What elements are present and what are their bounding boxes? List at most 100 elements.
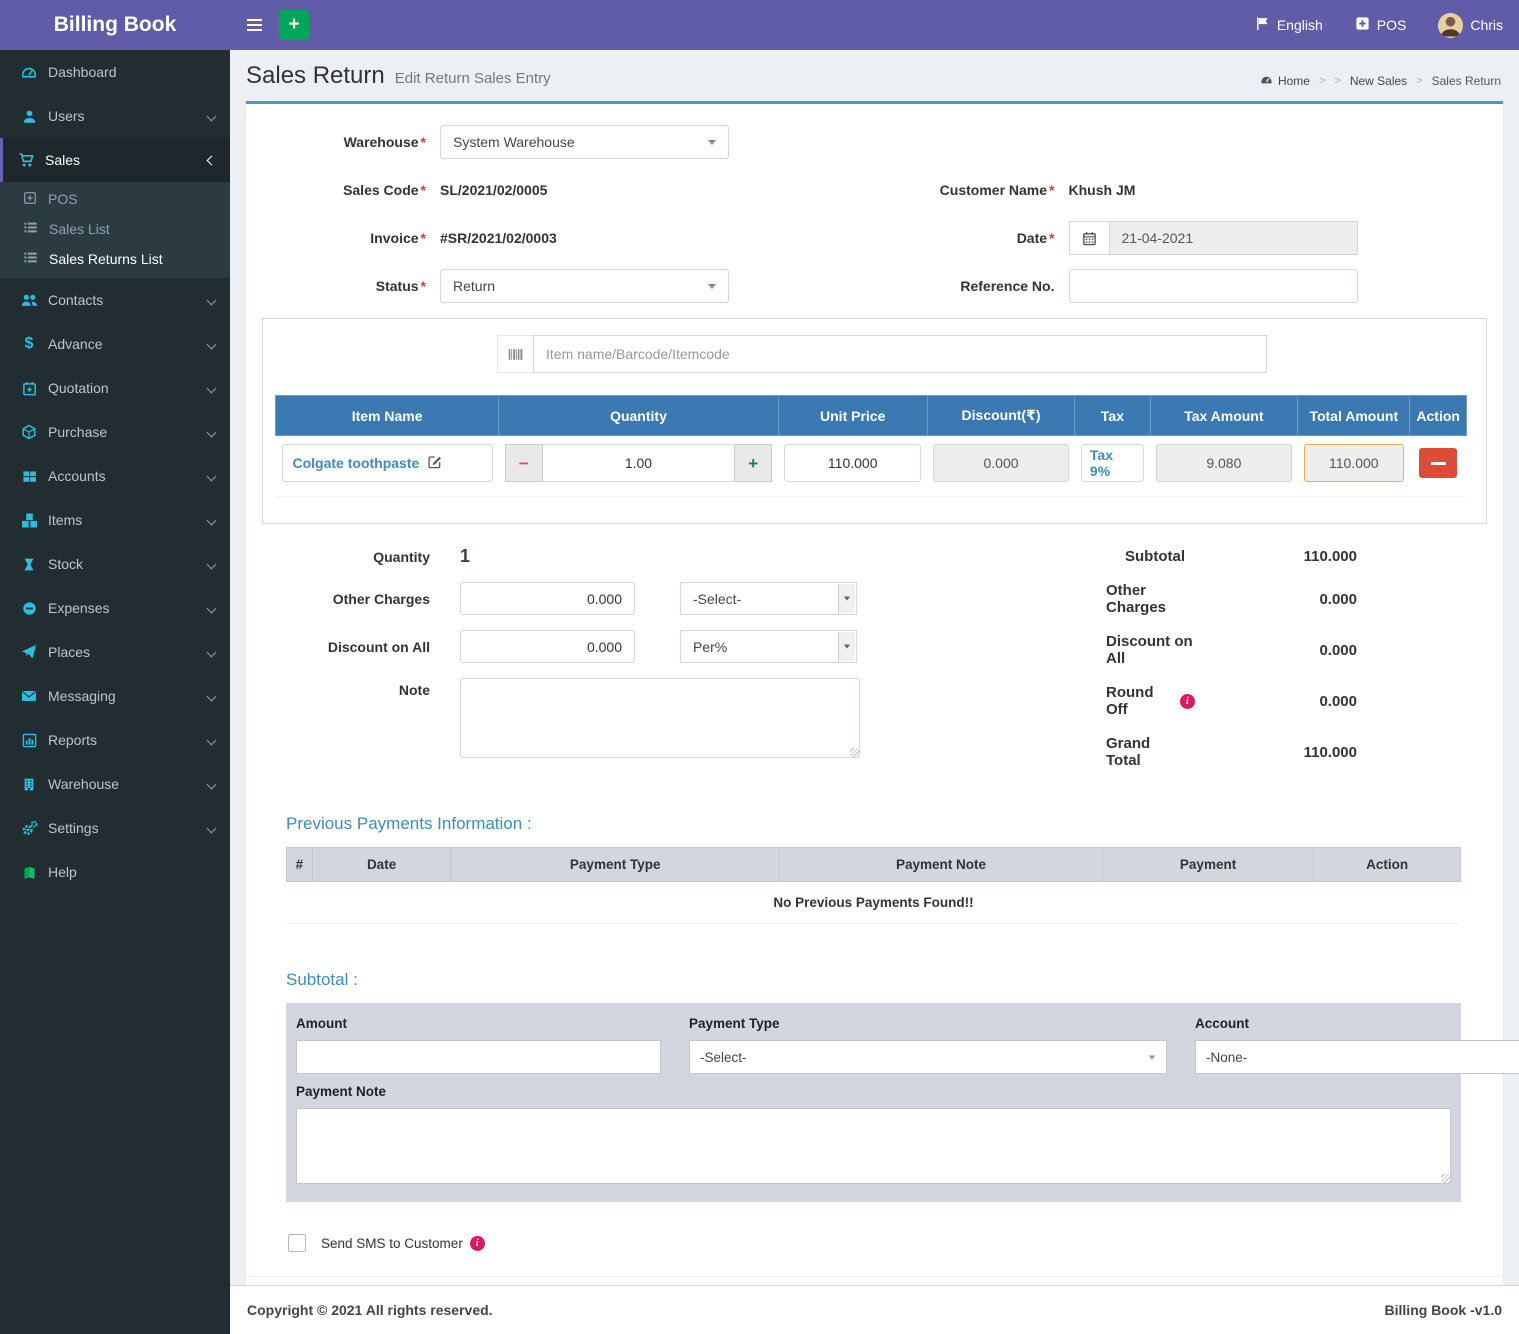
tax-link[interactable]: Tax 9% (1081, 444, 1144, 482)
sidebar-item-accounts[interactable]: Accounts (0, 454, 230, 498)
grand-total-value: 110.000 (1188, 744, 1357, 761)
paper-plane-icon (19, 644, 39, 660)
grand-total-label: Grand Total (1106, 735, 1188, 769)
sidebar-item-stock[interactable]: Stock (0, 542, 230, 586)
col-total-amount: Total Amount (1298, 396, 1410, 436)
user-name: Chris (1470, 17, 1503, 33)
language-menu[interactable]: English (1255, 16, 1323, 34)
sidebar-item-sales[interactable]: Sales (0, 138, 230, 182)
remove-item-button[interactable] (1419, 448, 1457, 478)
select-caret (838, 632, 855, 661)
calendar-icon[interactable] (1069, 221, 1109, 255)
info-icon[interactable]: i (1180, 694, 1195, 709)
breadcrumb-home[interactable]: Home (1260, 73, 1310, 89)
sidebar-item-messaging[interactable]: Messaging (0, 674, 230, 718)
sidebar-item-purchase[interactable]: Purchase (0, 410, 230, 454)
edit-icon[interactable] (427, 454, 442, 472)
breadcrumb: Home > > New Sales > Sales Return (1260, 73, 1501, 89)
sidebar-subitem-sales-list[interactable]: Sales List (0, 214, 230, 244)
select-caret (838, 584, 855, 613)
quantity-decrease-button[interactable]: − (505, 444, 543, 482)
date-input[interactable] (1109, 221, 1358, 255)
language-label: English (1277, 17, 1323, 33)
other-charges-select[interactable]: -Select- (680, 582, 857, 615)
sidebar-subitem-pos[interactable]: POS (0, 184, 230, 214)
sales-code-value: SL/2021/02/0005 (440, 182, 547, 198)
sidebar-item-settings[interactable]: Settings (0, 806, 230, 850)
other-charges-input[interactable] (460, 582, 635, 615)
payment-type-label: Payment Type (689, 1016, 1167, 1031)
sidebar-item-items[interactable]: Items (0, 498, 230, 542)
navbar-right: English POS Chris (1255, 13, 1503, 38)
discount-type-select[interactable]: Per% (680, 630, 857, 663)
col-payment-note: Payment Note (780, 848, 1103, 882)
content-header: Sales Return Edit Return Sales Entry Hom… (230, 50, 1519, 96)
date-label: Date* (875, 230, 1069, 246)
grid-icon (19, 469, 39, 484)
payment-type-field: Payment Type -Select- (689, 1016, 1167, 1074)
previous-payments-title: Previous Payments Information : (286, 814, 1461, 834)
user-icon (19, 109, 39, 124)
item-name-cell[interactable]: Colgate toothpaste (282, 444, 493, 482)
status-label: Status* (246, 278, 440, 294)
send-sms-checkbox[interactable] (288, 1234, 306, 1252)
chevron-left-icon (207, 779, 217, 789)
account-label: Account (1195, 1016, 1519, 1031)
other-charges-label: Other Charges (246, 591, 430, 607)
sidebar-subitem-sales-returns-list[interactable]: Sales Returns List (0, 244, 230, 274)
header-form: Warehouse* System Warehouse Sales Code* … (246, 104, 1503, 314)
amount-input[interactable] (296, 1040, 661, 1074)
sidebar-item-dashboard[interactable]: Dashboard (0, 50, 230, 94)
info-icon[interactable]: i (470, 1236, 485, 1251)
warehouse-select[interactable]: System Warehouse (440, 125, 729, 159)
list-icon (23, 250, 38, 268)
user-menu[interactable]: Chris (1438, 13, 1503, 38)
sidebar-item-quotation[interactable]: Quotation (0, 366, 230, 410)
reference-no-input[interactable] (1069, 269, 1358, 303)
payments-empty-row: No Previous Payments Found!! (287, 882, 1461, 924)
item-search-input[interactable] (533, 335, 1267, 373)
sidebar-item-places[interactable]: Places (0, 630, 230, 674)
sidebar-item-expenses[interactable]: Expenses (0, 586, 230, 630)
cart-icon (16, 152, 36, 168)
charges-and-totals: Quantity 1 Other Charges -Select- Discou… (246, 524, 1503, 790)
sms-row: Send SMS to Customer i (246, 1234, 1503, 1277)
pos-link[interactable]: POS (1355, 16, 1407, 34)
sidebar-item-users[interactable]: Users (0, 94, 230, 138)
payment-entry-title: Subtotal : (286, 970, 1461, 990)
payment-type-select[interactable]: -Select- (689, 1040, 1167, 1074)
minus-icon (1431, 462, 1446, 465)
note-label: Note (246, 678, 430, 698)
unit-price-input[interactable] (784, 444, 921, 482)
payment-note-textarea[interactable] (296, 1108, 1451, 1184)
sidebar-item-help[interactable]: Help (0, 850, 230, 894)
chevron-left-icon (207, 647, 217, 657)
brand-logo[interactable]: Billing Book (0, 0, 230, 50)
page-subtitle: Edit Return Sales Entry (395, 70, 551, 87)
sidebar-item-reports[interactable]: Reports (0, 718, 230, 762)
sidebar-item-advance[interactable]: $ Advance (0, 322, 230, 366)
discount-total-value: 0.000 (1204, 642, 1357, 659)
status-select[interactable]: Return (440, 269, 729, 303)
discount-on-all-input[interactable] (460, 630, 635, 663)
account-select[interactable]: -None- (1195, 1040, 1519, 1074)
chevron-left-icon (207, 823, 217, 833)
totals-summary: Subtotal 110.000 Other Charges 0.000 Dis… (1106, 546, 1503, 786)
col-payment-action: Action (1314, 848, 1461, 882)
sidebar-toggle-button[interactable] (234, 0, 274, 50)
chevron-left-icon (207, 559, 217, 569)
quantity-increase-button[interactable]: + (734, 444, 772, 482)
breadcrumb-new-sales[interactable]: New Sales (1350, 74, 1407, 88)
cube-icon (19, 424, 39, 440)
sidebar-item-contacts[interactable]: Contacts (0, 278, 230, 322)
quick-add-button[interactable]: + (279, 10, 309, 40)
no-payments-message: No Previous Payments Found!! (287, 882, 1461, 924)
subtotal-label: Subtotal (1125, 548, 1185, 565)
book-icon (19, 865, 39, 880)
customer-name-label: Customer Name* (875, 182, 1069, 198)
note-textarea[interactable] (460, 678, 860, 758)
quantity-input[interactable] (543, 444, 735, 482)
round-off-value: 0.000 (1195, 693, 1357, 710)
plus-square-icon (23, 191, 37, 208)
sidebar-item-warehouse[interactable]: Warehouse (0, 762, 230, 806)
